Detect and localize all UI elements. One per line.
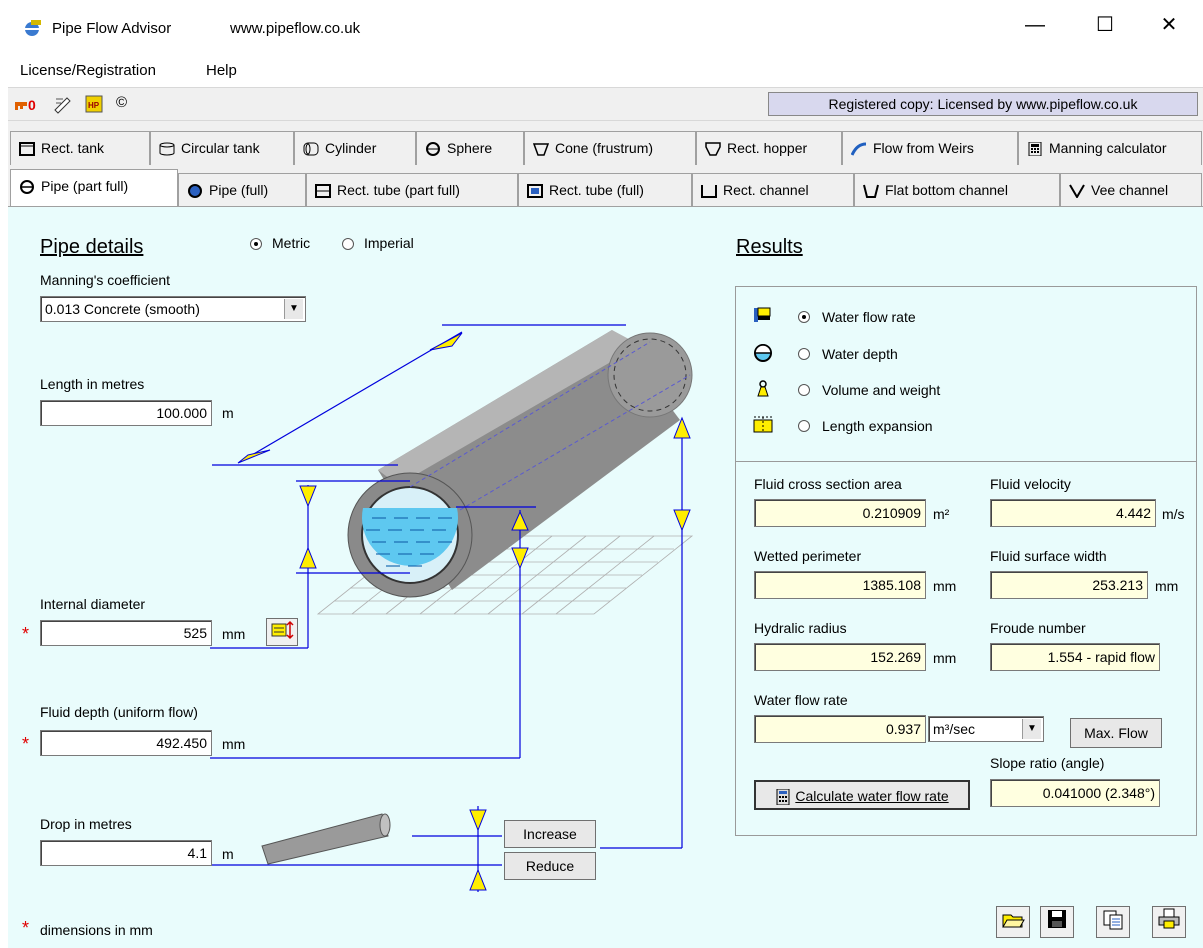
water-depth-radio[interactable] (798, 348, 810, 360)
manning-label: Manning's coefficient (40, 272, 171, 288)
water-flow-rate-radio[interactable] (798, 311, 810, 323)
fluid-depth-input[interactable]: 492.450 (40, 730, 212, 756)
required-star: * (22, 734, 30, 754)
reduce-button[interactable]: Reduce (504, 852, 596, 880)
printer-icon (1158, 908, 1180, 929)
imperial-label: Imperial (364, 235, 414, 251)
flow-rate-label: Water flow rate (754, 692, 848, 708)
size-table-icon (271, 620, 294, 640)
open-file-button[interactable] (996, 906, 1030, 938)
results-divider (736, 461, 1196, 462)
area-unit: m² (933, 506, 950, 522)
velocity-unit: m/s (1162, 506, 1185, 522)
manning-select[interactable]: 0.013 Concrete (smooth) ▼ (40, 296, 306, 322)
calculator-icon (776, 788, 790, 806)
option-length-expansion: Length expansion (822, 418, 933, 434)
weight-icon (757, 380, 769, 397)
slope-label: Slope ratio (angle) (990, 755, 1105, 771)
surface-width-output: 253.213 (990, 571, 1148, 599)
flow-rate-icon (754, 307, 771, 322)
slope-output: 0.041000 (2.348°) (990, 779, 1160, 807)
imperial-radio[interactable] (342, 238, 354, 250)
volume-weight-radio[interactable] (798, 384, 810, 396)
save-icon (1048, 910, 1066, 928)
length-label: Length in metres (40, 376, 145, 392)
hydraulic-radius-output: 152.269 (754, 643, 926, 671)
length-unit: m (222, 405, 234, 421)
velocity-label: Fluid velocity (990, 476, 1071, 492)
water-depth-icon (754, 344, 772, 362)
perimeter-label: Wetted perimeter (754, 548, 862, 564)
chevron-down-icon[interactable]: ▼ (284, 299, 303, 319)
footnote-star: * (22, 918, 30, 938)
depth-label: Fluid depth (uniform flow) (40, 704, 198, 720)
folder-open-icon (1002, 914, 1025, 928)
max-flow-button[interactable]: Max. Flow (1070, 718, 1162, 748)
print-button[interactable] (1152, 906, 1186, 938)
depth-unit: mm (222, 736, 246, 752)
option-water-depth: Water depth (822, 346, 898, 362)
increase-button[interactable]: Increase (504, 820, 596, 848)
required-star: * (22, 624, 30, 644)
flow-unit-select[interactable]: m³/sec ▼ (928, 716, 1044, 742)
manning-selected: 0.013 Concrete (smooth) (45, 301, 200, 317)
option-water-flow-rate: Water flow rate (822, 309, 916, 325)
perimeter-unit: mm (933, 578, 957, 594)
results-heading: Results (736, 236, 803, 258)
footnote-text: dimensions in mm (40, 922, 153, 938)
drop-pipe-illustration (261, 813, 391, 865)
calculate-label: Calculate water flow rate (795, 788, 949, 804)
hydraulic-radius-label: Hydralic radius (754, 620, 847, 636)
calculate-button[interactable]: Calculate water flow rate (754, 780, 970, 810)
diameter-input[interactable]: 525 (40, 620, 212, 646)
drop-label: Drop in metres (40, 816, 132, 832)
surface-width-label: Fluid surface width (990, 548, 1107, 564)
velocity-output: 4.442 (990, 499, 1156, 527)
surface-width-unit: mm (1155, 578, 1179, 594)
diameter-lookup-button[interactable] (266, 618, 298, 646)
metric-label: Metric (272, 235, 311, 251)
diameter-unit: mm (222, 626, 246, 642)
drop-input[interactable]: 4.1 (40, 840, 212, 866)
option-volume-weight: Volume and weight (822, 382, 941, 398)
copy-icon (1103, 910, 1123, 930)
drop-unit: m (222, 846, 234, 862)
area-output: 0.210909 (754, 499, 926, 527)
area-label: Fluid cross section area (754, 476, 902, 492)
froude-label: Froude number (990, 620, 1086, 636)
flow-rate-output: 0.937 (754, 715, 926, 743)
length-input[interactable]: 100.000 (40, 400, 212, 426)
diameter-label: Internal diameter (40, 596, 146, 612)
hydraulic-radius-unit: mm (933, 650, 957, 666)
length-expansion-icon (753, 416, 773, 433)
length-expansion-radio[interactable] (798, 420, 810, 432)
flow-unit-selected: m³/sec (933, 721, 975, 737)
froude-output: 1.554 - rapid flow (990, 643, 1160, 671)
perimeter-output: 1385.108 (754, 571, 926, 599)
metric-radio[interactable] (250, 238, 262, 250)
copy-button[interactable] (1096, 906, 1130, 938)
save-file-button[interactable] (1040, 906, 1074, 938)
pipe-details-heading: Pipe details (40, 236, 144, 258)
chevron-down-icon[interactable]: ▼ (1022, 719, 1041, 739)
